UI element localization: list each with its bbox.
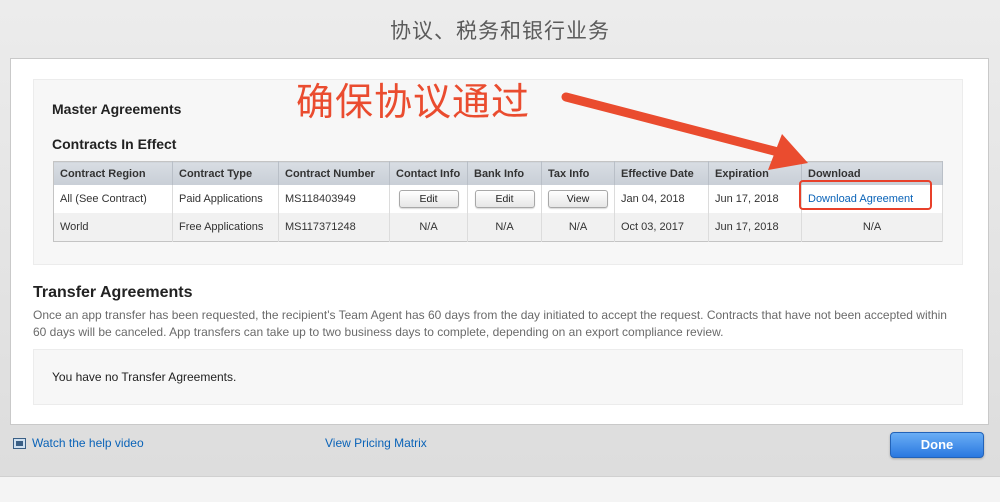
modal-sheet: 协议、税务和银行业务 Master Agreements Contracts I… xyxy=(0,0,1000,502)
pricing-matrix-link[interactable]: View Pricing Matrix xyxy=(325,436,427,450)
help-video-link[interactable]: Watch the help video xyxy=(13,436,144,450)
bottom-bar: Watch the help video View Pricing Matrix… xyxy=(0,424,1000,464)
highlight-box xyxy=(799,180,932,210)
video-icon xyxy=(13,437,26,449)
footer-strip xyxy=(0,476,1000,502)
help-video-label: Watch the help video xyxy=(32,436,144,450)
done-button[interactable]: Done xyxy=(890,432,984,458)
